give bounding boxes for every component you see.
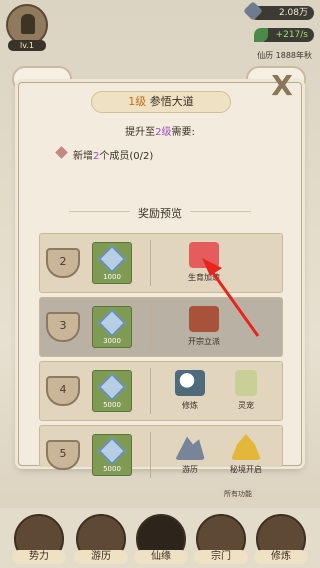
player-level: lv.1 [8,40,46,51]
crystal-icon [97,308,127,338]
nav-travel[interactable]: 游历 [74,514,128,564]
crystal-reward: 5000 [92,370,132,412]
heart-icon [189,242,219,268]
current-level: 1级 [128,95,147,108]
crystal-reward: 3000 [92,306,132,348]
crystal-icon [97,244,127,274]
level-badge: 4 [46,376,80,406]
reward-item: 修炼 [166,370,214,416]
crystal-icon [97,372,127,402]
requirement-item: 新增2个成员(0/2) [55,146,153,162]
nav-sect[interactable]: 宗门 [194,514,248,564]
egg-icon [235,370,257,396]
crystal-reward: 1000 [92,242,132,284]
reward-preview-heading: 奖励预览 [19,205,301,221]
reward-item: 生育加速 [180,242,228,288]
nav-cultivate[interactable]: 修炼 [254,514,308,564]
reward-row-level-5: 5 5000 游历 秘境开启 [39,425,283,478]
upgrade-requirement-heading: 提升至2级需要: [125,127,195,138]
dialog-title-text: 参悟大道 [149,95,194,108]
level-badge: 2 [46,248,80,278]
reward-row-level-2: 2 1000 生育加速 [39,233,283,293]
reward-item: 灵宠 [222,370,270,416]
nav-immortal[interactable]: 仙缘 [134,514,188,564]
pagoda-icon [231,434,261,460]
level-badge: 5 [46,440,80,470]
palace-icon [189,306,219,332]
diamond-bullet-icon [55,146,68,159]
resource-counter: 2.08万 [243,1,314,21]
mountain-icon [175,436,205,460]
upgrade-dialog: 1级 参悟大道 提升至2级需要: 新增2个成员(0/2) 奖励预览 2 1000… [18,82,302,478]
reward-item: 开宗立派 [180,306,228,352]
leaf-icon [254,28,268,42]
nav-power[interactable]: 势力 [12,514,66,564]
yinyang-icon [175,370,205,396]
reward-row-level-3: 3 3000 开宗立派 [39,297,283,357]
reward-row-level-4: 4 5000 修炼 灵宠 [39,361,283,421]
calendar-date: 仙历 1888年秋 [257,51,312,60]
reward-item: 秘境开启 [222,434,270,480]
reward-item: 游历 [166,434,214,480]
bottom-nav: 势力 游历 仙缘 宗门 修炼 [0,508,320,568]
crystal-reward: 5000 [92,434,132,476]
close-icon[interactable]: X [269,72,295,100]
dialog-title: 1级 参悟大道 [91,91,231,113]
resource-rate: +217/s [254,28,314,42]
level-badge: 3 [46,312,80,342]
footer-note: 所有功能 [220,488,256,500]
crystal-icon [97,436,127,466]
